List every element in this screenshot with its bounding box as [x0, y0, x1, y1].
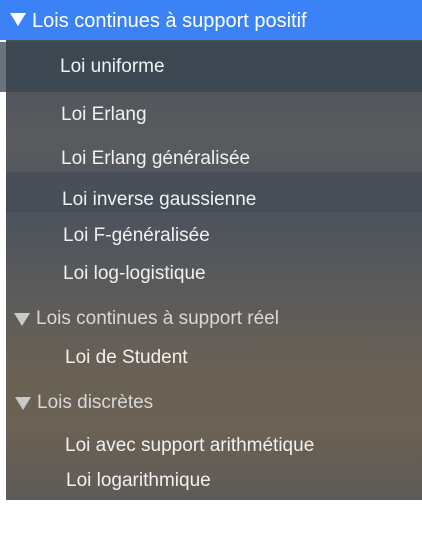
disclosure-triangle-expanded-icon[interactable] [15, 397, 31, 410]
item-label: Loi de Student [65, 347, 188, 368]
group-label: Lois continues à support réel [36, 308, 279, 329]
item-label: Loi F-généralisée [63, 225, 210, 246]
list-item-inverse-gaussian[interactable]: Loi inverse gaussienne [0, 188, 422, 214]
list-item-uniform[interactable]: Loi uniforme [0, 42, 422, 92]
list-item-log-logistic[interactable]: Loi log-logistique [0, 262, 422, 288]
item-label: Loi Erlang [61, 104, 147, 125]
group-header-continuous-positive[interactable]: Lois continues à support positif [0, 0, 422, 40]
disclosure-triangle-expanded-icon[interactable] [14, 313, 30, 326]
group-label: Lois continues à support positif [32, 10, 307, 32]
list-item-generalized-erlang[interactable]: Loi Erlang généralisée [0, 146, 422, 172]
list-item-student[interactable]: Loi de Student [0, 346, 422, 372]
item-label: Loi avec support arithmétique [65, 435, 315, 456]
disclosure-triangle-expanded-icon[interactable] [10, 13, 26, 26]
item-label: Loi log-logistique [63, 263, 206, 284]
list-item-logarithmic[interactable]: Loi logarithmique [0, 469, 422, 495]
group-header-continuous-real[interactable]: Lois continues à support réel [0, 306, 422, 334]
item-label: Loi inverse gaussienne [62, 189, 257, 210]
distribution-tree-list: Lois continues à support positif Loi uni… [0, 0, 422, 542]
item-label: Loi uniforme [60, 56, 165, 77]
group-label: Lois discrètes [37, 392, 154, 413]
list-item-erlang[interactable]: Loi Erlang [0, 102, 422, 128]
group-header-discrete[interactable]: Lois discrètes [0, 390, 422, 418]
list-item-arithmetic-support[interactable]: Loi avec support arithmétique [0, 434, 422, 460]
list-item-generalized-f[interactable]: Loi F-généralisée [0, 224, 422, 250]
item-label: Loi logarithmique [66, 470, 211, 491]
item-label: Loi Erlang généralisée [61, 148, 251, 169]
